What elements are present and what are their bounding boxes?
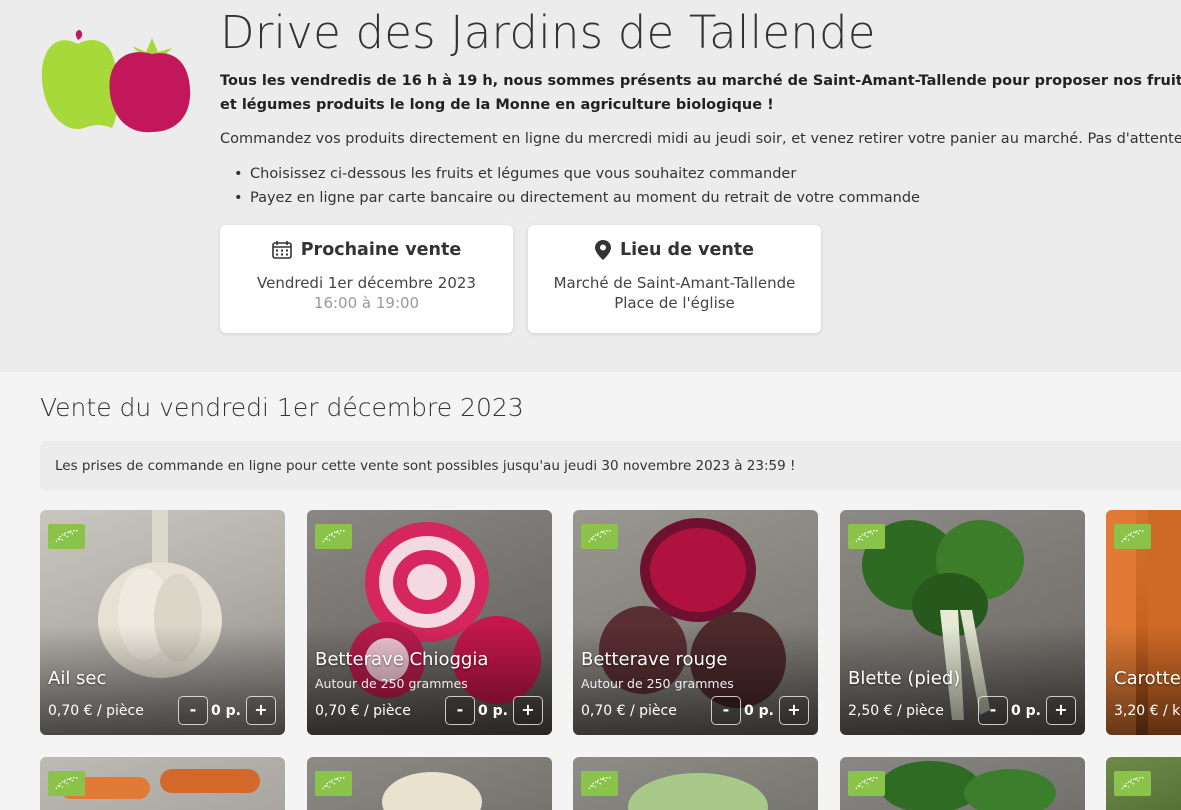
product-quantity: 0 p. — [478, 703, 508, 719]
product-card[interactable] — [840, 757, 1085, 810]
location-place: Marché de Saint-Amant-Tallende — [553, 274, 796, 292]
increase-quantity-button[interactable]: + — [513, 696, 543, 725]
decrease-quantity-button[interactable]: - — [978, 696, 1008, 725]
product-description: Autour de 250 grammes — [581, 676, 734, 691]
product-card[interactable] — [573, 757, 818, 810]
product-quantity: 0 p. — [744, 703, 774, 719]
intro-text: Commandez vos produits directement en li… — [220, 131, 1181, 147]
product-name: Ail sec — [48, 668, 107, 689]
product-card[interactable]: Blette (pied) 2,50 € / pièce - 0 p. + — [840, 510, 1085, 735]
product-name: Blette (pied) — [848, 668, 961, 689]
step-item: Payez en ligne par carte bancaire ou dir… — [234, 186, 920, 210]
organic-label-icon — [581, 524, 618, 549]
product-card[interactable] — [1106, 757, 1181, 810]
product-quantity: 0 p. — [211, 703, 241, 719]
steps-list: Choisissez ci-dessous les fruits et légu… — [234, 162, 920, 210]
organic-label-icon — [48, 524, 85, 549]
location-card: Lieu de vente Marché de Saint-Amant-Tall… — [528, 225, 821, 333]
location-address: Place de l'église — [614, 294, 735, 312]
product-price: 0,70 € / pièce — [581, 703, 677, 719]
order-deadline-notice: Les prises de commande en ligne pour cet… — [40, 441, 1181, 491]
increase-quantity-button[interactable]: + — [1046, 696, 1076, 725]
product-card[interactable]: Carotte 3,20 € / kg — [1106, 510, 1181, 735]
intro-bold-text: Tous les vendredis de 16 h à 19 h, nous … — [220, 73, 1181, 113]
decrease-quantity-button[interactable]: - — [178, 696, 208, 725]
product-card[interactable]: Ail sec 0,70 € / pièce - 0 p. + — [40, 510, 285, 735]
product-name: Carotte — [1114, 668, 1181, 689]
decrease-quantity-button[interactable]: - — [711, 696, 741, 725]
product-name: Betterave Chioggia — [315, 649, 489, 670]
next-sale-date: Vendredi 1er décembre 2023 — [257, 274, 476, 292]
organic-label-icon — [315, 771, 352, 796]
organic-label-icon — [848, 524, 885, 549]
decrease-quantity-button[interactable]: - — [445, 696, 475, 725]
product-price: 3,20 € / kg — [1114, 703, 1181, 719]
step-item: Choisissez ci-dessous les fruits et légu… — [234, 162, 920, 186]
calendar-icon — [271, 241, 292, 259]
next-sale-title: Prochaine vente — [300, 240, 462, 260]
product-price: 0,70 € / pièce — [315, 703, 411, 719]
product-quantity: 0 p. — [1011, 703, 1041, 719]
site-title: Drive des Jardins de Tallende — [220, 6, 876, 59]
product-price: 2,50 € / pièce — [848, 703, 944, 719]
organic-label-icon — [581, 771, 618, 796]
increase-quantity-button[interactable]: + — [779, 696, 809, 725]
product-price: 0,70 € / pièce — [48, 703, 144, 719]
location-title: Lieu de vente — [619, 240, 755, 260]
organic-label-icon — [848, 771, 885, 796]
organic-label-icon — [1114, 771, 1151, 796]
product-description: Autour de 250 grammes — [315, 676, 468, 691]
sale-title: Vente du vendredi 1er décembre 2023 — [40, 393, 524, 422]
next-sale-card: Prochaine vente Vendredi 1er décembre 20… — [220, 225, 513, 333]
hero-section: Drive des Jardins de Tallende Tous les v… — [0, 0, 1181, 372]
organic-label-icon — [48, 771, 85, 796]
increase-quantity-button[interactable]: + — [246, 696, 276, 725]
next-sale-time: 16:00 à 19:00 — [313, 294, 420, 312]
product-card[interactable] — [40, 757, 285, 810]
product-card[interactable]: Betterave Chioggia Autour de 250 grammes… — [307, 510, 552, 735]
product-card[interactable] — [307, 757, 552, 810]
map-pin-icon — [594, 240, 611, 260]
organic-label-icon — [1114, 524, 1151, 549]
organic-label-icon — [315, 524, 352, 549]
product-name: Betterave rouge — [581, 649, 728, 670]
logo-icon — [41, 30, 191, 133]
product-card[interactable]: Betterave rouge Autour de 250 grammes 0,… — [573, 510, 818, 735]
